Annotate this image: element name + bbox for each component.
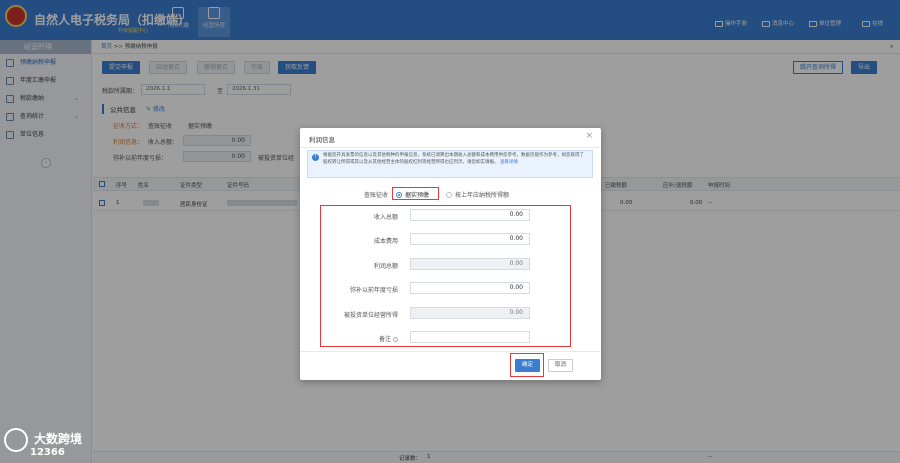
dialog-title: 利润信息 (309, 136, 335, 144)
view-details-link[interactable]: 查看详情 (500, 160, 518, 165)
divider (300, 147, 601, 148)
cost-expense-input[interactable]: 0.00 (410, 233, 530, 245)
radio-checked-icon (396, 192, 402, 198)
close-icon[interactable]: × (585, 131, 593, 141)
levy-method-row: 查账征收 据实预缴 按上年应纳税所得额 (300, 187, 601, 200)
radio-last-year[interactable]: 按上年应纳税所得额 (446, 190, 509, 199)
profit-total-field: 0.00 (410, 258, 530, 270)
remark-label: 备注 (300, 334, 398, 343)
notice-banner: ! 根据您开具发票的信息以及其他税种的申报信息，系统已测算出本期收入总额和成本费… (307, 150, 593, 178)
profit-info-dialog: 利润信息 × ! 根据您开具发票的信息以及其他税种的申报信息，系统已测算出本期收… (300, 128, 601, 380)
radio-actual-prepay[interactable]: 据实预缴 (396, 190, 429, 199)
help-icon[interactable] (393, 337, 398, 342)
remark-input[interactable] (410, 331, 530, 343)
radio-unchecked-icon (446, 192, 452, 198)
highlight-box (320, 205, 571, 347)
cancel-button[interactable]: 取消 (548, 359, 573, 372)
investee-income-field: 0.00 (410, 307, 530, 319)
prior-loss-input[interactable]: 0.00 (410, 282, 530, 294)
confirm-button[interactable]: 确定 (515, 359, 540, 372)
info-icon: ! (312, 154, 319, 161)
watermark-logo-icon (4, 428, 28, 452)
divider (300, 351, 601, 352)
income-total-input[interactable]: 0.00 (410, 209, 530, 221)
